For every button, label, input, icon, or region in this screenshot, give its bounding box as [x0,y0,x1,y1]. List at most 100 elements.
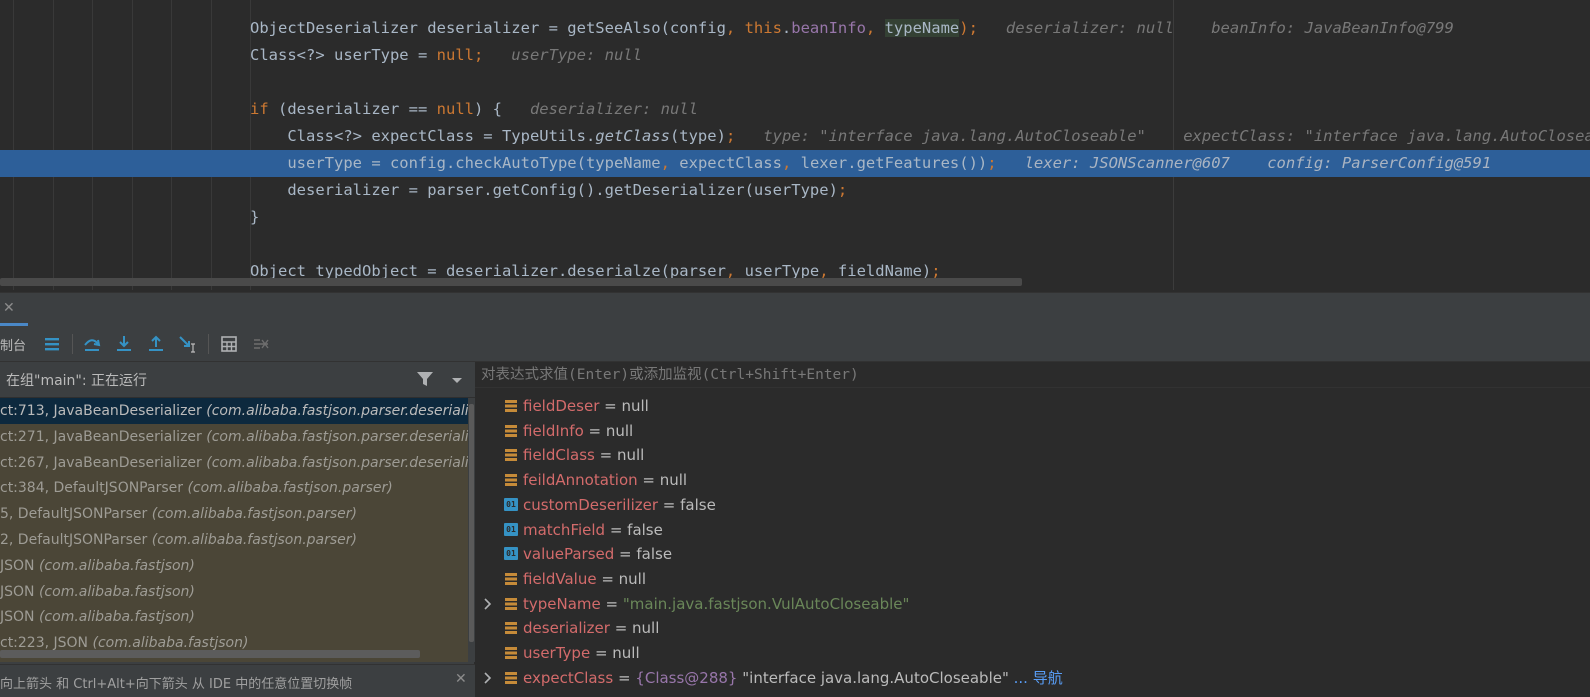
stack-frame[interactable]: JSON (com.alibaba.fastjson) [0,553,468,579]
stack-frame[interactable]: JSON (com.alibaba.fastjson) [0,604,468,630]
step-out-icon[interactable] [144,332,168,356]
inline-debug-value: deserializer: null beanInfo: JavaBeanInf… [977,19,1454,37]
variable-name: feildAnnotation [523,471,638,490]
variable-row[interactable]: 01 valueParsed = false [475,542,1590,567]
field-icon [504,399,518,413]
code-token: } [250,208,260,226]
variable-text: valueParsed = false [523,542,672,567]
inline-debug-value: userType: null [483,46,642,64]
evaluate-expression-input[interactable] [475,362,1590,388]
code-token: ) { [473,100,502,118]
variable-name: fieldDeser [523,397,600,415]
code-token: , [725,19,745,37]
variable-row[interactable]: fieldValue = null [475,567,1590,592]
code-token: typeName [884,19,960,37]
stack-frame[interactable]: ct:384, DefaultJSONParser (com.alibaba.f… [0,475,468,501]
stack-frame[interactable]: JSON (com.alibaba.fastjson) [0,579,468,605]
chevron-right-icon[interactable] [481,592,495,616]
trace-stream-icon [249,332,273,356]
frames-list-icon[interactable] [40,332,64,356]
frames-horizontal-scrollbar[interactable] [0,650,420,658]
field-icon [504,597,518,611]
variable-row[interactable]: userType = null [475,641,1590,666]
console-tab[interactable]: 制台 [0,335,26,354]
code-line[interactable] [0,231,1590,258]
code-editor[interactable]: ObjectDeserializer deserializer = getSee… [0,0,1590,290]
variable-value: null [659,471,688,490]
stack-frame[interactable]: 5, DefaultJSONParser (com.alibaba.fastjs… [0,501,468,527]
stack-frame[interactable]: 2, DefaultJSONParser (com.alibaba.fastjs… [0,527,468,553]
variable-row[interactable]: deserializer = null [475,616,1590,641]
variable-name: typeName [523,594,601,613]
code-line[interactable]: ObjectDeserializer deserializer = getSee… [0,15,1590,42]
inline-debug-value: type: "interface java.lang.AutoCloseable… [735,127,1590,145]
code-line[interactable]: deserializer = parser.getConfig().getDes… [0,177,1590,204]
frame-package: (com.alibaba.fastjson.parser.deserialize… [206,428,468,445]
code-token: beanInfo [791,19,866,37]
stack-frame[interactable]: ct:267, JavaBeanDeserializer (com.alibab… [0,450,468,476]
step-into-icon[interactable] [112,332,136,356]
code-token: , [660,154,680,172]
code-token: ObjectDeserializer deserializer = getSee… [250,19,726,37]
variable-row[interactable]: typeName = "main.java.fastjson.VulAutoCl… [475,592,1590,617]
stack-frame[interactable]: ct:271, JavaBeanDeserializer (com.alibab… [0,424,468,450]
variable-row[interactable]: 01 customDeserilizer = false [475,493,1590,518]
code-token: (deserializer == [268,100,437,118]
variable-value: "main.java.fastjson.VulAutoCloseable" [622,594,910,613]
thread-selector[interactable]: 在组"main": 正在运行 [0,362,475,398]
code-line[interactable]: if (deserializer == null) { deserializer… [0,96,1590,123]
current-frame[interactable]: ct:713, JavaBeanDeserializer (com.alibab… [0,398,468,424]
editor-horizontal-scrollbar[interactable] [0,278,1022,286]
code-token: lexer.getFeatures()) [800,154,988,172]
code-text: } [250,204,259,231]
frame-package: (com.alibaba.fastjson) [38,609,195,626]
code-text: ObjectDeserializer deserializer = getSee… [250,15,1454,42]
frame-package: (com.alibaba.fastjson) [92,635,249,652]
close-icon[interactable]: ✕ [3,300,15,316]
code-token: userType = config.checkAutoType(typeName [250,154,661,172]
inline-debug-value: lexer: JSONScanner@607 config: ParserCon… [996,154,1492,172]
code-line[interactable]: Class<?> expectClass = TypeUtils.getClas… [0,123,1590,150]
variable-value: null [616,446,645,465]
code-line[interactable]: } [0,204,1590,231]
variable-name: userType [523,644,591,662]
code-token: ; [987,154,997,172]
variable-text: fieldInfo = null [523,419,633,444]
equals-sign: = [600,594,623,613]
code-line[interactable] [0,69,1590,96]
variable-row[interactable]: fieldClass = null [475,443,1590,468]
code-token: ; [725,127,736,145]
variable-value: null [618,569,647,588]
equals-sign: = [613,668,636,687]
code-token: getClass [595,127,670,145]
variable-row[interactable]: fieldInfo = null [475,419,1590,444]
variable-name: expectClass [523,668,614,687]
execution-line[interactable]: userType = config.checkAutoType(typeName… [0,150,1590,177]
frame-package: (com.alibaba.fastjson.parser) [151,532,357,548]
scrollbar-thumb[interactable] [469,404,474,642]
frame-list[interactable]: ct:713, JavaBeanDeserializer (com.alibab… [0,398,468,662]
variable-name: valueParsed [523,545,615,564]
code-token: . [781,19,792,37]
toolbar-separator [72,334,73,354]
variable-row[interactable]: fieldDeser = null [475,394,1590,419]
code-token: Class<?> userType = [250,46,437,64]
code-line[interactable]: Class<?> userType = null; userType: null [0,42,1590,69]
navigate-link[interactable]: ... 导航 [1009,669,1063,687]
filter-icon[interactable] [416,370,434,392]
frame-switch-hint: 向上箭头 和 Ctrl+Alt+向下箭头 从 IDE 中的任意位置切换帧 [0,677,353,692]
run-to-cursor-icon[interactable] [176,332,200,356]
chevron-right-icon[interactable] [481,666,495,690]
frame-location: 5, DefaultJSONParser [0,506,152,523]
variable-name: fieldInfo [523,421,584,440]
frames-vertical-scrollbar[interactable] [468,398,475,662]
code-text: if (deserializer == null) { deserializer… [250,96,698,123]
chevron-down-icon[interactable] [450,372,464,391]
variable-row[interactable]: 01 matchField = false [475,518,1590,543]
evaluate-expression-icon[interactable] [217,332,241,356]
close-icon[interactable]: ✕ [455,671,467,687]
variable-row[interactable]: expectClass = {Class@288} "interface jav… [475,666,1590,691]
step-over-icon[interactable] [80,332,104,356]
variable-row[interactable]: feildAnnotation = null [475,468,1590,493]
inline-debug-value: deserializer: null [501,100,698,118]
